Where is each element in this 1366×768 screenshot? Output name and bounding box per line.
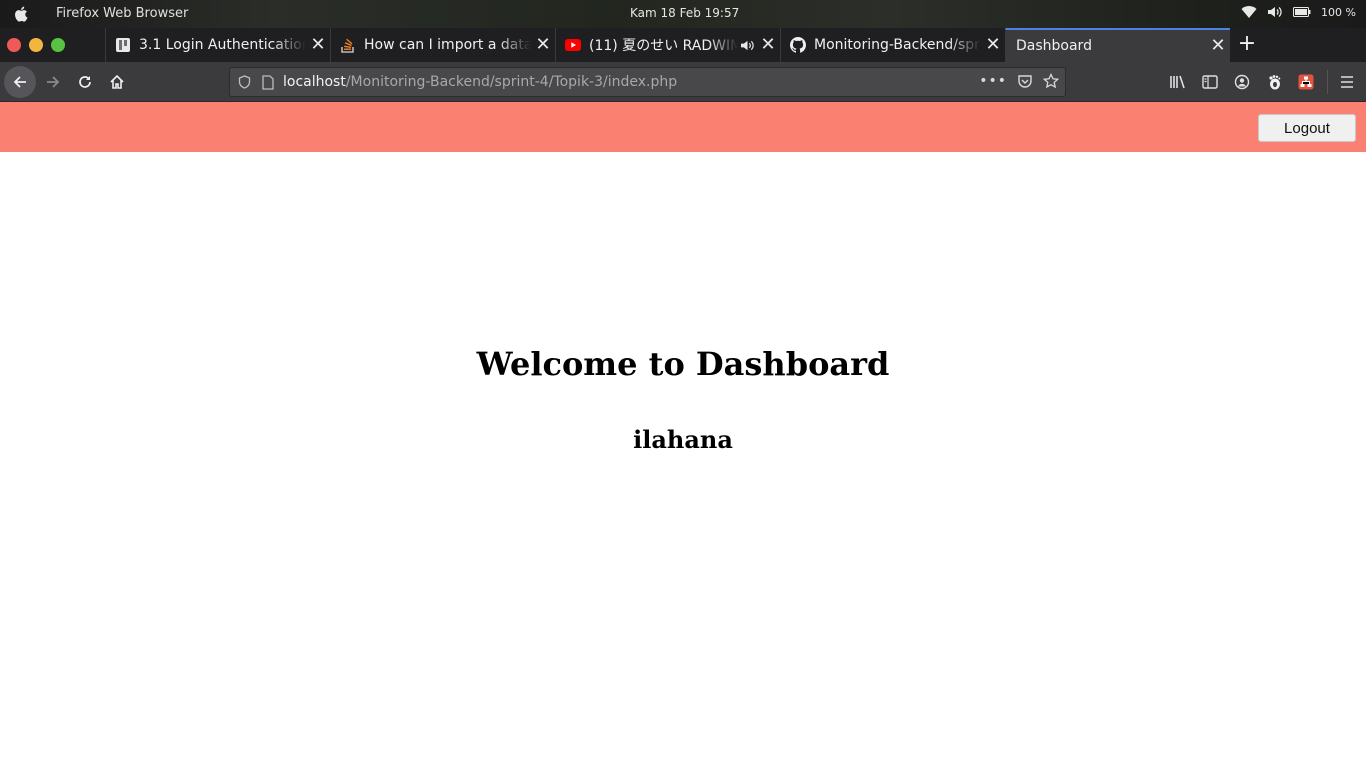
page-title: Welcome to Dashboard xyxy=(476,345,890,383)
url-bar[interactable]: localhost/Monitoring-Backend/sprint-4/To… xyxy=(229,67,1066,97)
youtube-icon xyxy=(565,37,581,53)
stackoverflow-icon xyxy=(340,37,356,53)
account-icon[interactable] xyxy=(1232,72,1252,92)
tab-title: 3.1 Login Authentication xyxy=(139,37,306,53)
clock[interactable]: Kam 18 Feb 19:57 xyxy=(630,6,739,20)
active-app-name[interactable]: Firefox Web Browser xyxy=(56,6,188,21)
tab-title: (11) 夏のせい RADWIMPS xyxy=(589,38,738,54)
navigation-bar: localhost/Monitoring-Backend/sprint-4/To… xyxy=(0,62,1366,102)
sidebar-icon[interactable] xyxy=(1200,72,1220,92)
volume-icon[interactable] xyxy=(1267,5,1283,19)
system-tray[interactable]: 100 % xyxy=(1241,5,1356,19)
tab-strip: 3.1 Login Authentication ✕ How can I imp… xyxy=(0,28,1366,62)
tab-youtube[interactable]: (11) 夏のせい RADWIMPS ✕ xyxy=(555,28,780,62)
library-icon[interactable] xyxy=(1168,72,1188,92)
github-icon xyxy=(790,37,806,53)
pocket-icon[interactable] xyxy=(1017,74,1033,89)
window-maximize-button[interactable] xyxy=(51,38,65,52)
forward-button[interactable] xyxy=(37,66,69,98)
url-host: localhost xyxy=(283,74,346,90)
shield-icon[interactable] xyxy=(235,73,253,91)
arrow-left-icon xyxy=(13,76,26,88)
tab-close-icon[interactable]: ✕ xyxy=(531,28,555,62)
arrow-right-icon xyxy=(47,76,60,88)
system-top-bar: Firefox Web Browser Kam 18 Feb 19:57 100… xyxy=(0,0,1366,28)
tab-stackoverflow[interactable]: How can I import a datab ✕ xyxy=(330,28,555,62)
tab-title: Monitoring-Backend/sprint xyxy=(814,37,981,53)
document-icon xyxy=(115,37,131,53)
tab-title: How can I import a datab xyxy=(364,37,531,53)
url-path: /Monitoring-Backend/sprint-4/Topik-3/ind… xyxy=(345,74,678,90)
window-close-button[interactable] xyxy=(7,38,21,52)
menu-hamburger-icon[interactable] xyxy=(1337,72,1357,92)
bookmark-star-icon[interactable] xyxy=(1043,73,1059,89)
tab-dashboard[interactable]: Dashboard ✕ xyxy=(1005,28,1230,62)
tab-close-icon[interactable]: ✕ xyxy=(306,28,330,62)
tab-title: Dashboard xyxy=(1016,38,1092,54)
wifi-icon[interactable] xyxy=(1241,5,1257,19)
speaker-playing-icon[interactable] xyxy=(738,39,756,52)
tab-close-icon[interactable]: ✕ xyxy=(981,28,1005,62)
tab-close-icon[interactable]: ✕ xyxy=(1206,29,1230,63)
tab-login-authentication[interactable]: 3.1 Login Authentication ✕ xyxy=(105,28,330,62)
back-button[interactable] xyxy=(4,66,36,98)
home-button[interactable] xyxy=(101,66,133,98)
new-tab-button[interactable]: + xyxy=(1236,28,1258,62)
home-icon xyxy=(110,74,124,89)
url-text[interactable]: localhost/Monitoring-Backend/sprint-4/To… xyxy=(283,74,677,90)
window-minimize-button[interactable] xyxy=(29,38,43,52)
apple-icon[interactable] xyxy=(13,5,31,23)
extension-network-icon[interactable] xyxy=(1296,72,1316,92)
page-info-icon[interactable] xyxy=(259,73,277,91)
battery-percent: 100 % xyxy=(1321,5,1356,19)
username-heading: ilahana xyxy=(633,425,733,454)
page-header-bar: Logout xyxy=(0,102,1366,152)
toolbar-divider xyxy=(1327,70,1328,94)
reload-button[interactable] xyxy=(69,66,101,98)
page-actions-icon[interactable]: ••• xyxy=(979,73,1007,89)
tab-close-icon[interactable]: ✕ xyxy=(756,28,780,62)
battery-icon[interactable] xyxy=(1293,6,1311,18)
extension-gnome-icon[interactable] xyxy=(1264,72,1284,92)
logout-button[interactable]: Logout xyxy=(1258,114,1356,142)
reload-icon xyxy=(79,76,91,88)
tab-github[interactable]: Monitoring-Backend/sprint ✕ xyxy=(780,28,1005,62)
